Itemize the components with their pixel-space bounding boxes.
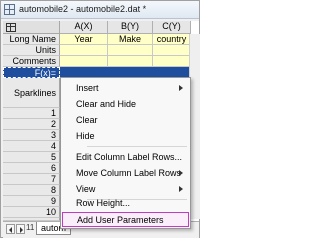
menu-separator	[87, 146, 187, 147]
menu-item-hide[interactable]: Hide	[62, 128, 189, 144]
column-header-b[interactable]: B(Y)	[108, 21, 153, 34]
context-menu: Insert Clear and Hide Clear Hide Edit Co…	[60, 77, 191, 229]
row-header-2[interactable]: 2	[3, 119, 60, 130]
row-header-8[interactable]: 8	[3, 185, 60, 196]
scroll-tabs-right-icon[interactable]	[16, 224, 25, 234]
window-title: automobile2 - automobile2.dat *	[19, 4, 147, 14]
row-header-5[interactable]: 5	[3, 152, 60, 163]
row-header-1[interactable]: 1	[3, 108, 60, 119]
menu-item-clear[interactable]: Clear	[62, 112, 189, 128]
menu-item-move-column-label-rows[interactable]: Move Column Label Rows	[62, 165, 189, 181]
row-header-9[interactable]: 9	[3, 196, 60, 207]
row-header-11-label: 11	[26, 223, 35, 232]
menu-item-view-label: View	[76, 184, 96, 194]
row-header-4[interactable]: 4	[3, 141, 60, 152]
row-label-comments[interactable]: Comments	[3, 56, 60, 67]
select-all-corner[interactable]	[3, 21, 60, 34]
units-cell-a[interactable]	[60, 45, 108, 56]
comments-cell-a[interactable]	[60, 56, 108, 67]
submenu-arrow-icon	[179, 85, 183, 91]
menu-item-insert-label: Insert	[76, 83, 99, 93]
worksheet-icon	[4, 4, 15, 15]
submenu-arrow-icon	[179, 186, 183, 192]
menu-item-add-user-parameters[interactable]: Add User Parameters	[62, 212, 189, 227]
scroll-tabs-left-icon[interactable]	[6, 224, 15, 234]
column-header-a[interactable]: A(X)	[60, 21, 108, 34]
grid-icon	[6, 23, 16, 32]
menu-item-clear-and-hide[interactable]: Clear and Hide	[62, 96, 189, 112]
row-header-10[interactable]: 10	[3, 207, 60, 218]
long-name-cell-c[interactable]: country	[153, 34, 191, 45]
units-cell-b[interactable]	[108, 45, 153, 56]
column-header-c[interactable]: C(Y)	[153, 21, 191, 34]
row-header-3[interactable]: 3	[3, 130, 60, 141]
submenu-arrow-icon	[179, 170, 183, 176]
units-cell-c[interactable]	[153, 45, 191, 56]
menu-item-row-height[interactable]: Row Height...	[62, 195, 189, 211]
row-header-6[interactable]: 6	[3, 163, 60, 174]
row-header-7[interactable]: 7	[3, 174, 60, 185]
menu-item-edit-column-label-rows[interactable]: Edit Column Label Rows...	[62, 149, 189, 165]
row-label-long-name[interactable]: Long Name	[3, 34, 60, 45]
row-label-fx[interactable]: F(x)=	[3, 67, 60, 78]
menu-item-move-label: Move Column Label Rows	[76, 168, 182, 178]
row-label-sparklines[interactable]: Sparklines	[3, 78, 60, 108]
menu-item-insert[interactable]: Insert	[62, 80, 189, 96]
comments-cell-c[interactable]	[153, 56, 191, 67]
title-bar[interactable]: automobile2 - automobile2.dat *	[1, 1, 199, 19]
comments-cell-b[interactable]	[108, 56, 153, 67]
row-label-units[interactable]: Units	[3, 45, 60, 56]
long-name-cell-a[interactable]: Year	[60, 34, 108, 45]
long-name-cell-b[interactable]: Make	[108, 34, 153, 45]
